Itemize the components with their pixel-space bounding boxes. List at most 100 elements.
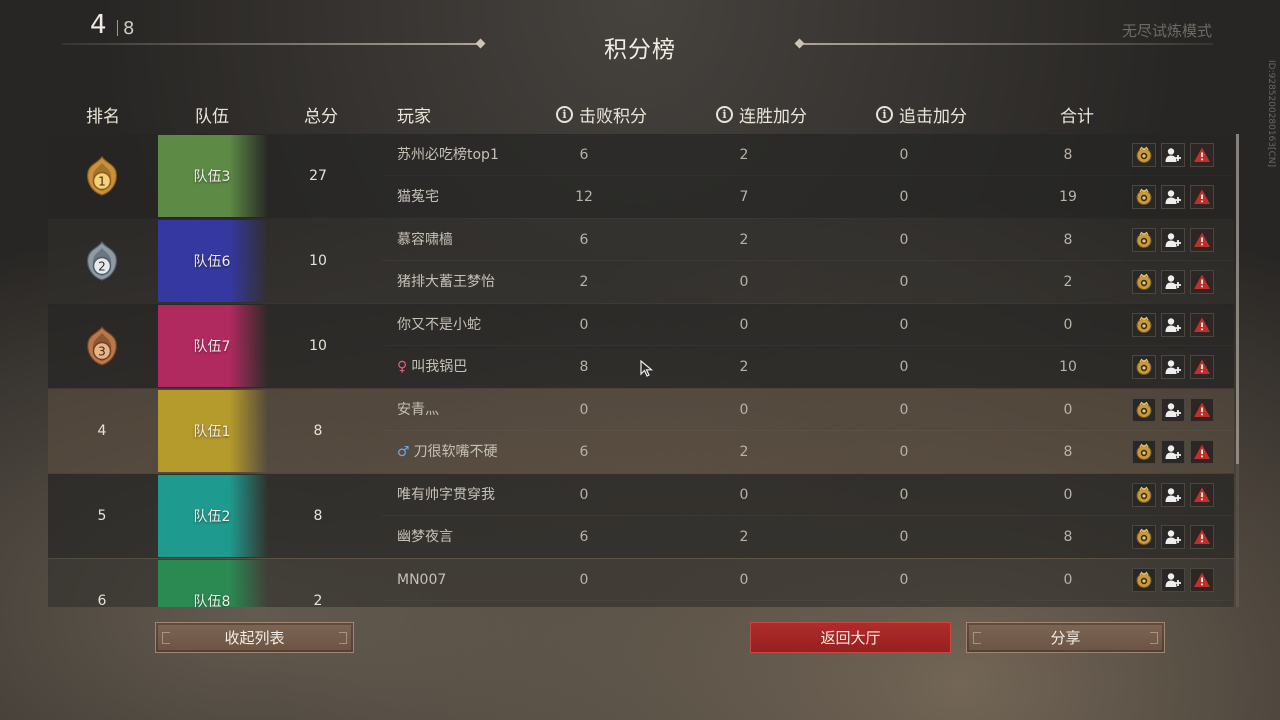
info-icon[interactable]: i xyxy=(876,106,893,123)
column-header-streak-bonus[interactable]: i 连胜加分 xyxy=(716,102,807,127)
add-friend-button[interactable] xyxy=(1161,483,1185,507)
add-friend-button[interactable] xyxy=(1161,398,1185,422)
round-total: 8 xyxy=(123,18,135,39)
chase-bonus: 0 xyxy=(899,232,909,248)
button-ornament xyxy=(162,632,170,644)
add-friend-button[interactable] xyxy=(1161,313,1185,337)
add-friend-icon xyxy=(1165,318,1181,332)
return-lobby-label: 返回大厅 xyxy=(820,629,881,647)
view-badge-button[interactable] xyxy=(1132,398,1156,422)
chase-bonus: 0 xyxy=(899,147,909,163)
add-friend-button[interactable] xyxy=(1161,270,1185,294)
player-name[interactable]: 苏州必吃榜top1 xyxy=(397,134,499,176)
player-name[interactable]: 安青灬 xyxy=(397,389,439,431)
column-header-chase-bonus[interactable]: i 追击加分 xyxy=(876,102,967,127)
column-header-player: 玩家 xyxy=(397,107,431,127)
player-name-text: 猪排大蓄王梦怡 xyxy=(397,274,495,290)
sum-score: 0 xyxy=(1063,487,1073,503)
sum-score: 8 xyxy=(1063,147,1073,163)
chase-bonus: 0 xyxy=(899,529,909,545)
player-row: 幽梦夜言 6 2 0 8 xyxy=(382,516,1234,558)
view-badge-button[interactable] xyxy=(1132,568,1156,592)
team-row: 6 队伍8 2 MN007 0 0 0 0 xyxy=(48,559,1234,607)
team-row: 1 队伍3 27 苏州必吃榜top1 6 2 0 8 猫菟宅 12 7 0 19 xyxy=(48,134,1234,218)
scrollbar-thumb[interactable] xyxy=(1236,134,1239,464)
rank-medal-number: 1 xyxy=(98,175,106,189)
player-name-text: 苏州必吃榜top1 xyxy=(397,147,499,163)
view-badge-button[interactable] xyxy=(1132,143,1156,167)
player-name[interactable]: MN007 xyxy=(397,559,446,601)
add-friend-button[interactable] xyxy=(1161,440,1185,464)
sum-score: 0 xyxy=(1063,317,1073,333)
player-name[interactable]: 幽梦夜言 xyxy=(397,516,453,558)
add-friend-button[interactable] xyxy=(1161,525,1185,549)
add-friend-button[interactable] xyxy=(1161,355,1185,379)
view-badge-button[interactable] xyxy=(1132,525,1156,549)
share-label: 分享 xyxy=(1050,629,1081,647)
add-friend-icon xyxy=(1165,488,1181,502)
chase-bonus: 0 xyxy=(899,317,909,333)
player-name[interactable]: 你又不是小蛇 xyxy=(397,304,481,346)
report-icon xyxy=(1194,359,1210,374)
player-name[interactable]: ♀ 叫我锅巴 xyxy=(397,346,467,388)
view-badge-button[interactable] xyxy=(1132,440,1156,464)
report-button[interactable] xyxy=(1190,185,1214,209)
defeat-points: 2 xyxy=(579,274,589,290)
streak-bonus: 2 xyxy=(739,529,749,545)
player-name[interactable]: 猫菟宅 xyxy=(397,176,439,218)
report-button[interactable] xyxy=(1190,355,1214,379)
player-row: MN007 0 0 0 0 xyxy=(382,559,1234,601)
button-ornament xyxy=(973,632,981,644)
view-badge-button[interactable] xyxy=(1132,270,1156,294)
add-friend-button[interactable] xyxy=(1161,228,1185,252)
add-friend-icon xyxy=(1165,573,1181,587)
return-lobby-button[interactable]: 返回大厅 xyxy=(750,622,951,653)
report-button[interactable] xyxy=(1190,228,1214,252)
player-name-text: 猫菟宅 xyxy=(397,189,439,205)
badge-icon xyxy=(1136,401,1152,418)
share-button[interactable]: 分享 xyxy=(966,622,1165,653)
rank-cell: 6 xyxy=(48,559,156,607)
report-button[interactable] xyxy=(1190,398,1214,422)
report-button[interactable] xyxy=(1190,143,1214,167)
column-header-sum: 合计 xyxy=(1060,107,1094,127)
streak-bonus: 0 xyxy=(739,274,749,290)
info-icon[interactable]: i xyxy=(556,106,573,123)
view-badge-button[interactable] xyxy=(1132,185,1156,209)
player-row: 你又不是小蛇 0 0 0 0 xyxy=(382,304,1234,346)
report-button[interactable] xyxy=(1190,270,1214,294)
defeat-points: 6 xyxy=(579,444,589,460)
team-total-score: 8 xyxy=(313,508,323,524)
report-button[interactable] xyxy=(1190,483,1214,507)
player-name-text: 叫我锅巴 xyxy=(411,359,468,375)
column-header-defeat-points[interactable]: i 击败积分 xyxy=(556,102,647,127)
streak-bonus: 0 xyxy=(739,402,749,418)
player-name[interactable]: ♂ 刀很软嘴不硬 xyxy=(397,431,498,473)
add-friend-icon xyxy=(1165,275,1181,289)
add-friend-icon xyxy=(1165,360,1181,374)
view-badge-button[interactable] xyxy=(1132,355,1156,379)
add-friend-icon xyxy=(1165,190,1181,204)
player-name[interactable]: 唯有帅字贯穿我 xyxy=(397,474,495,516)
report-button[interactable] xyxy=(1190,568,1214,592)
view-badge-button[interactable] xyxy=(1132,483,1156,507)
report-button[interactable] xyxy=(1190,440,1214,464)
add-friend-button[interactable] xyxy=(1161,568,1185,592)
sum-score: 8 xyxy=(1063,529,1073,545)
column-header-total: 总分 xyxy=(304,107,338,127)
report-icon xyxy=(1194,232,1210,247)
player-row: ♀ 叫我锅巴 8 2 0 10 xyxy=(382,346,1234,388)
view-badge-button[interactable] xyxy=(1132,228,1156,252)
view-badge-button[interactable] xyxy=(1132,313,1156,337)
collapse-list-button[interactable]: 收起列表 xyxy=(155,622,354,653)
report-button[interactable] xyxy=(1190,313,1214,337)
team-name: 队伍7 xyxy=(193,339,231,355)
add-friend-button[interactable] xyxy=(1161,143,1185,167)
add-friend-button[interactable] xyxy=(1161,185,1185,209)
team-total-score: 27 xyxy=(309,168,327,184)
player-name[interactable]: 猪排大蓄王梦怡 xyxy=(397,261,495,303)
report-button[interactable] xyxy=(1190,525,1214,549)
info-icon[interactable]: i xyxy=(716,106,733,123)
team-name: 队伍2 xyxy=(193,509,231,525)
player-name[interactable]: 慕容啸樯 xyxy=(397,219,453,261)
